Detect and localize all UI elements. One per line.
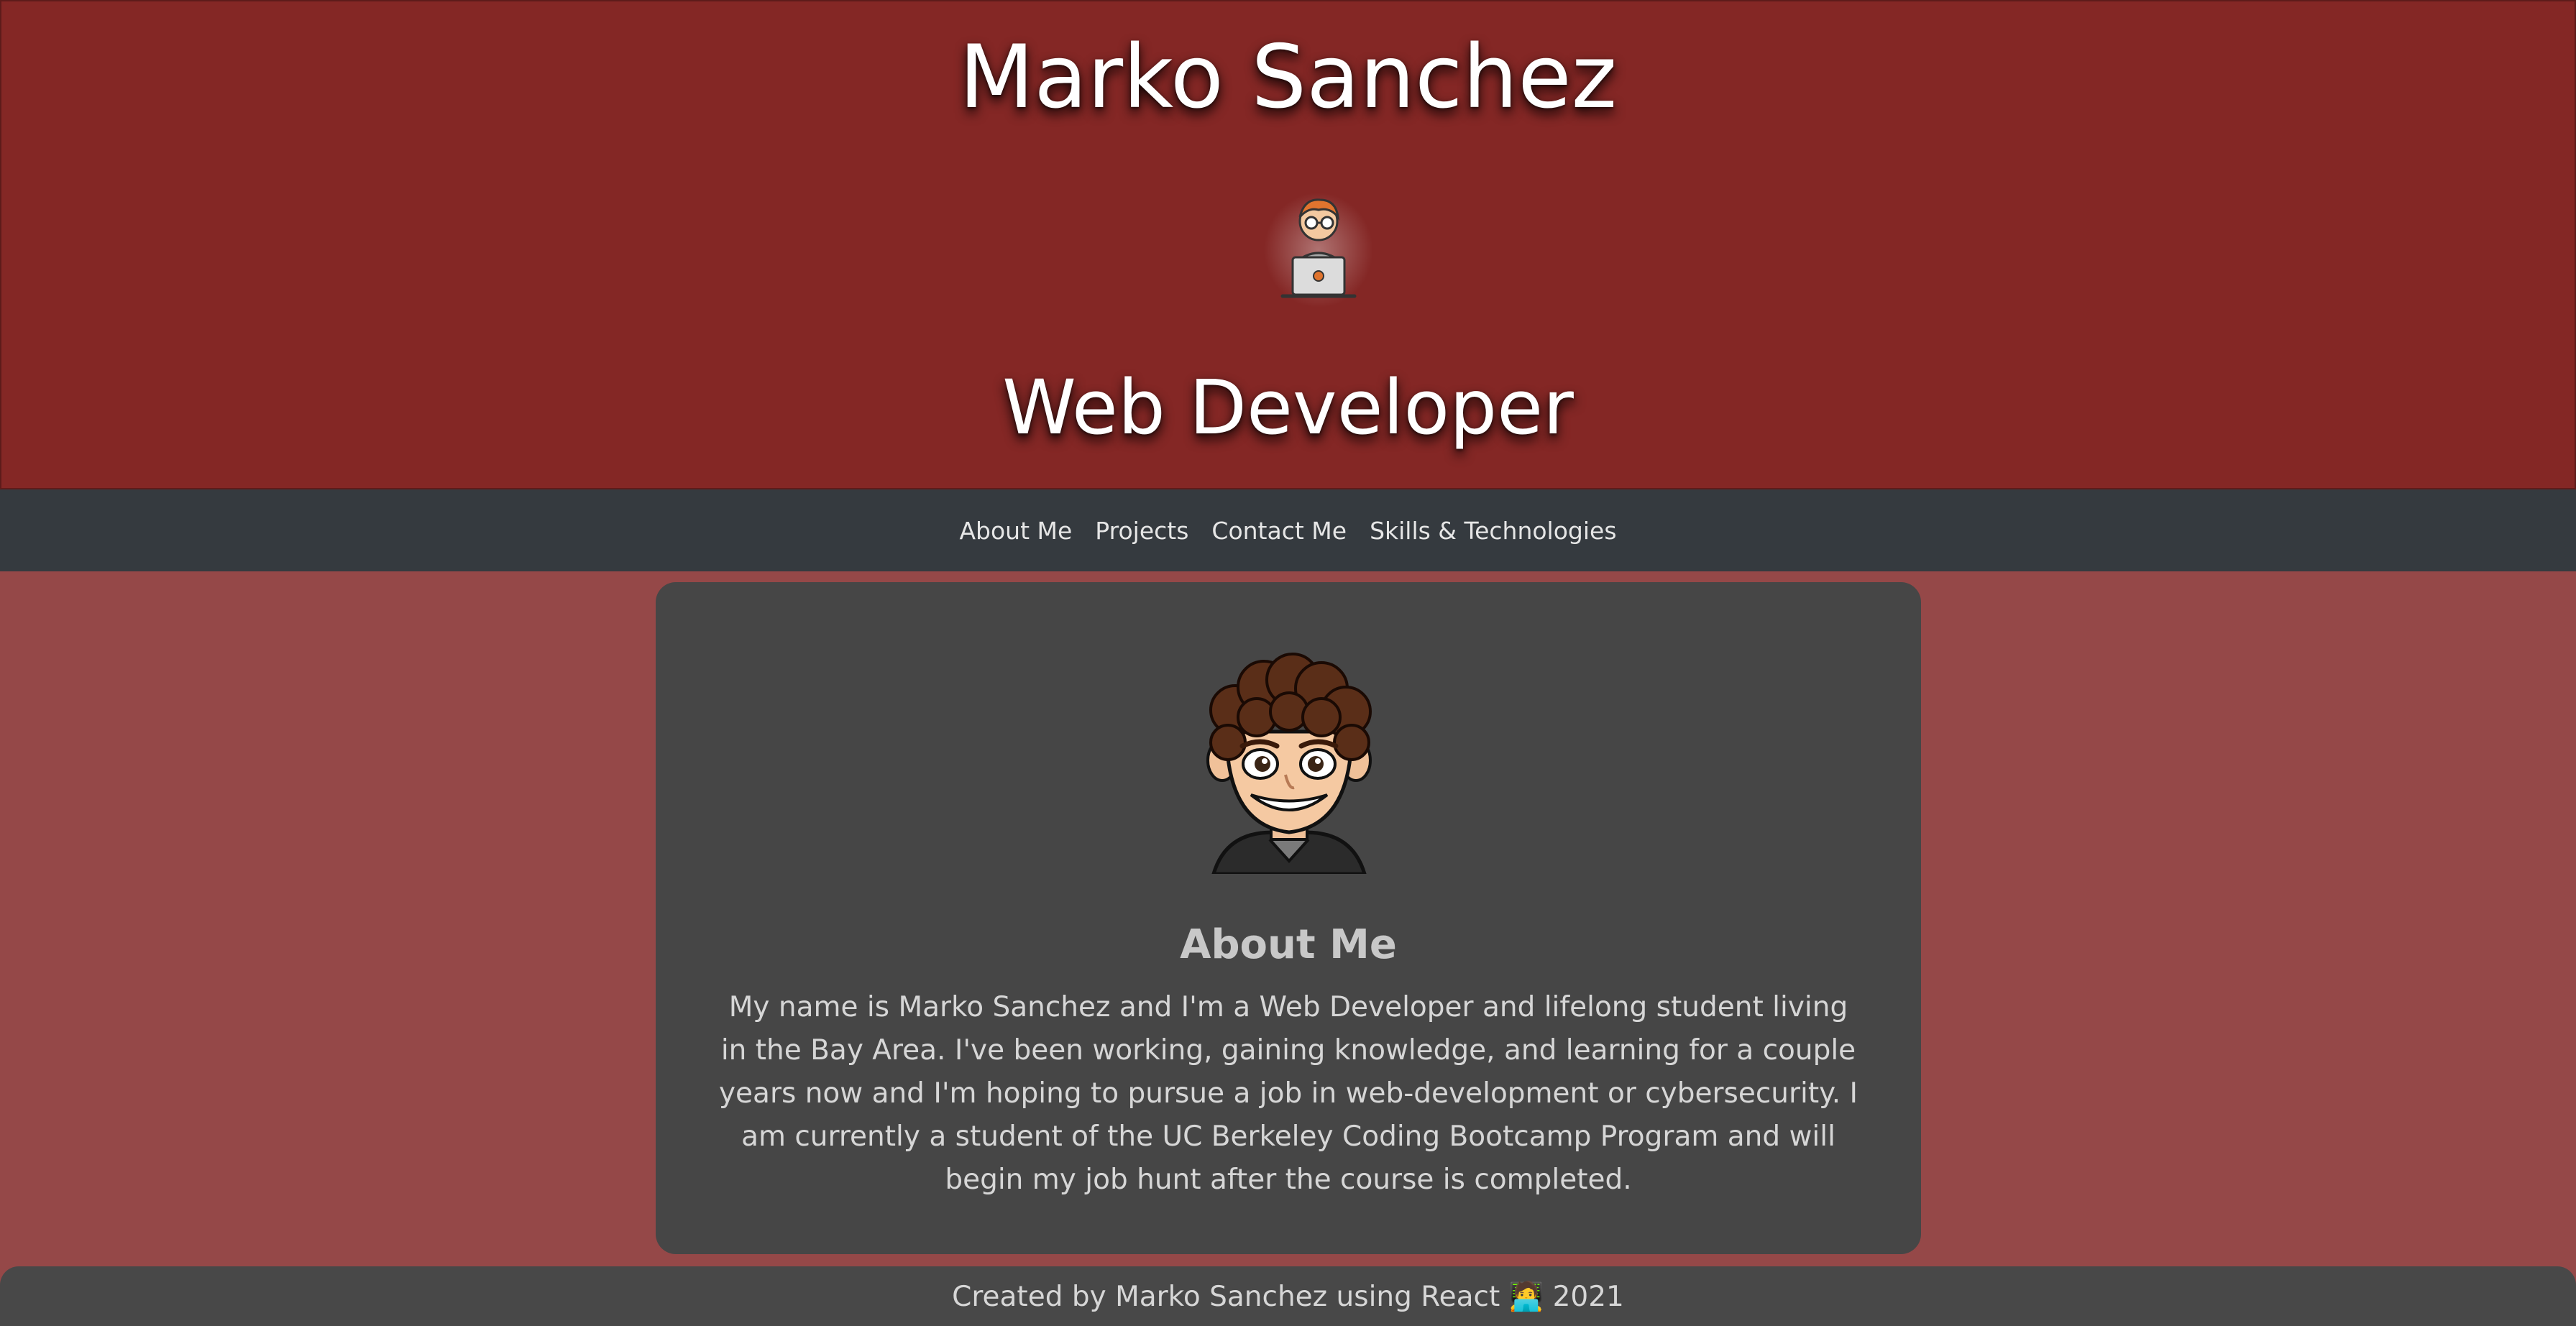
bitmoji-avatar-icon xyxy=(1206,653,1372,874)
page-footer: Created by Marko Sanchez using React 🧑‍💻… xyxy=(0,1266,2576,1326)
nav-link-projects[interactable]: Projects xyxy=(1095,517,1188,545)
nav-link-skills[interactable]: Skills & Technologies xyxy=(1370,517,1616,545)
site-title: Marko Sanchez xyxy=(958,27,1618,128)
about-title: About Me xyxy=(1180,921,1397,968)
site-subtitle: Web Developer xyxy=(1002,364,1574,451)
nav-link-contact[interactable]: Contact Me xyxy=(1211,517,1347,545)
footer-text: Created by Marko Sanchez using React 🧑‍💻… xyxy=(952,1280,1624,1313)
about-text: My name is Marko Sanchez and I'm a Web D… xyxy=(718,991,1858,1196)
about-card: About Me My name is Marko Sanchez and I'… xyxy=(656,582,1921,1254)
main-nav: About Me Projects Contact Me Skills & Te… xyxy=(0,489,2576,571)
nav-link-about[interactable]: About Me xyxy=(959,517,1072,545)
developer-laptop-icon xyxy=(1264,193,1373,308)
page-header: Marko Sanchez Web Developer xyxy=(0,0,2576,489)
